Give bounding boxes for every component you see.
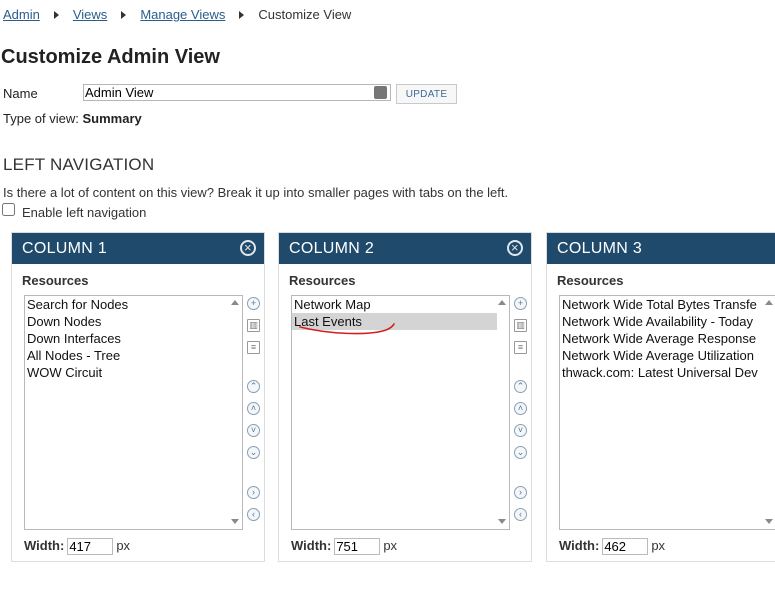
list-item[interactable]: Network Wide Average Utilization [560,347,775,364]
width-unit: px [383,538,398,553]
column-3-header: COLUMN 3 [547,233,775,264]
move-left-icon[interactable]: ‹ [514,508,527,521]
enable-left-navigation-label[interactable]: Enable left navigation [22,205,146,220]
list-item[interactable]: Down Nodes [25,313,242,330]
move-right-icon[interactable]: › [514,486,527,499]
column-2-toolbar: + ▥ ≡ ⌃ ˄ ˅ ⌄ › ‹ [513,295,529,530]
resources-label: Resources [557,273,624,288]
scroll-up-icon[interactable] [765,300,773,305]
scroll-up-icon[interactable] [231,300,239,305]
breadcrumb-arrow-icon [53,10,59,19]
resources-label: Resources [22,273,89,288]
list-item[interactable]: Search for Nodes [25,296,242,313]
close-icon[interactable]: × [240,240,256,256]
move-bottom-icon[interactable]: ⌄ [247,446,260,459]
column-2-width-input[interactable] [334,538,381,556]
column-3-width-row: Width: px [559,538,666,556]
breadcrumb-arrow-icon [121,10,127,19]
width-unit: px [116,538,131,553]
breadcrumb-link-views[interactable]: Views [73,7,107,22]
column-1-width-input[interactable] [67,538,114,556]
move-right-icon[interactable]: › [247,486,260,499]
update-button[interactable]: UPDATE [396,84,457,104]
move-top-icon[interactable]: ⌃ [247,380,260,393]
left-navigation-description: Is there a lot of content on this view? … [3,185,509,200]
autofill-icon[interactable] [374,86,387,99]
move-left-icon[interactable]: ‹ [247,508,260,521]
list-item[interactable]: WOW Circuit [25,364,242,381]
breadcrumb-current: Customize View [258,7,352,22]
column-2-panel: COLUMN 2 × Resources Network Map Last Eve… [278,232,532,562]
scroll-down-icon[interactable] [231,519,239,524]
column-2-width-row: Width: px [291,538,398,556]
list-item[interactable]: All Nodes - Tree [25,347,242,364]
column-2-header: COLUMN 2 × [279,233,531,264]
column-2-title: COLUMN 2 [289,240,375,257]
column-1-title: COLUMN 1 [22,240,108,257]
move-up-icon[interactable]: ˄ [514,402,527,415]
column-3-panel: COLUMN 3 Resources Network Wide Total By… [546,232,775,562]
close-icon[interactable]: × [507,240,523,256]
width-label: Width: [24,538,65,553]
type-of-view-value: Summary [82,111,142,126]
breadcrumb: Admin Views Manage Views Customize View [3,7,351,22]
breadcrumb-arrow-icon [239,10,245,19]
column-1-toolbar: + ▥ ≡ ⌃ ˄ ˅ ⌄ › ‹ [246,295,262,530]
move-up-icon[interactable]: ˄ [247,402,260,415]
name-label: Name [3,86,38,101]
add-icon[interactable]: + [514,297,527,310]
left-navigation-heading: LEFT NAVIGATION [3,155,155,174]
delete-icon[interactable]: ▥ [514,319,527,332]
enable-left-navigation-checkbox[interactable] [2,203,15,216]
resources-label: Resources [289,273,356,288]
type-of-view: Type of view: Summary [3,111,142,126]
list-item[interactable]: Down Interfaces [25,330,242,347]
copy-icon[interactable]: ≡ [514,341,527,354]
list-item[interactable]: thwack.com: Latest Universal Dev [560,364,775,381]
scroll-up-icon[interactable] [498,300,506,305]
move-down-icon[interactable]: ˅ [247,424,260,437]
width-label: Width: [559,538,600,553]
list-item[interactable]: Network Wide Availability - Today [560,313,775,330]
add-icon[interactable]: + [247,297,260,310]
page-title: Customize Admin View [1,46,220,68]
column-3-resource-list[interactable]: Network Wide Total Bytes Transfe Network … [559,295,775,530]
list-item[interactable]: Network Wide Average Response [560,330,775,347]
move-bottom-icon[interactable]: ⌄ [514,446,527,459]
column-1-panel: COLUMN 1 × Resources Search for Nodes Dow… [11,232,265,562]
scroll-down-icon[interactable] [765,519,773,524]
column-1-header: COLUMN 1 × [12,233,264,264]
breadcrumb-link-admin[interactable]: Admin [3,7,40,22]
copy-icon[interactable]: ≡ [247,341,260,354]
column-1-resource-list[interactable]: Search for Nodes Down Nodes Down Interface… [24,295,243,530]
breadcrumb-link-manage-views[interactable]: Manage Views [140,7,225,22]
name-input[interactable] [83,84,391,101]
list-item[interactable]: Network Map [292,296,509,313]
list-item[interactable]: Network Wide Total Bytes Transfe [560,296,775,313]
type-of-view-label: Type of view: [3,111,79,126]
width-label: Width: [291,538,332,553]
delete-icon[interactable]: ▥ [247,319,260,332]
annotation-underline [299,323,395,335]
column-3-title: COLUMN 3 [557,240,643,257]
move-top-icon[interactable]: ⌃ [514,380,527,393]
move-down-icon[interactable]: ˅ [514,424,527,437]
width-unit: px [651,538,666,553]
scroll-down-icon[interactable] [498,519,506,524]
column-1-width-row: Width: px [24,538,131,556]
column-3-width-input[interactable] [602,538,649,556]
